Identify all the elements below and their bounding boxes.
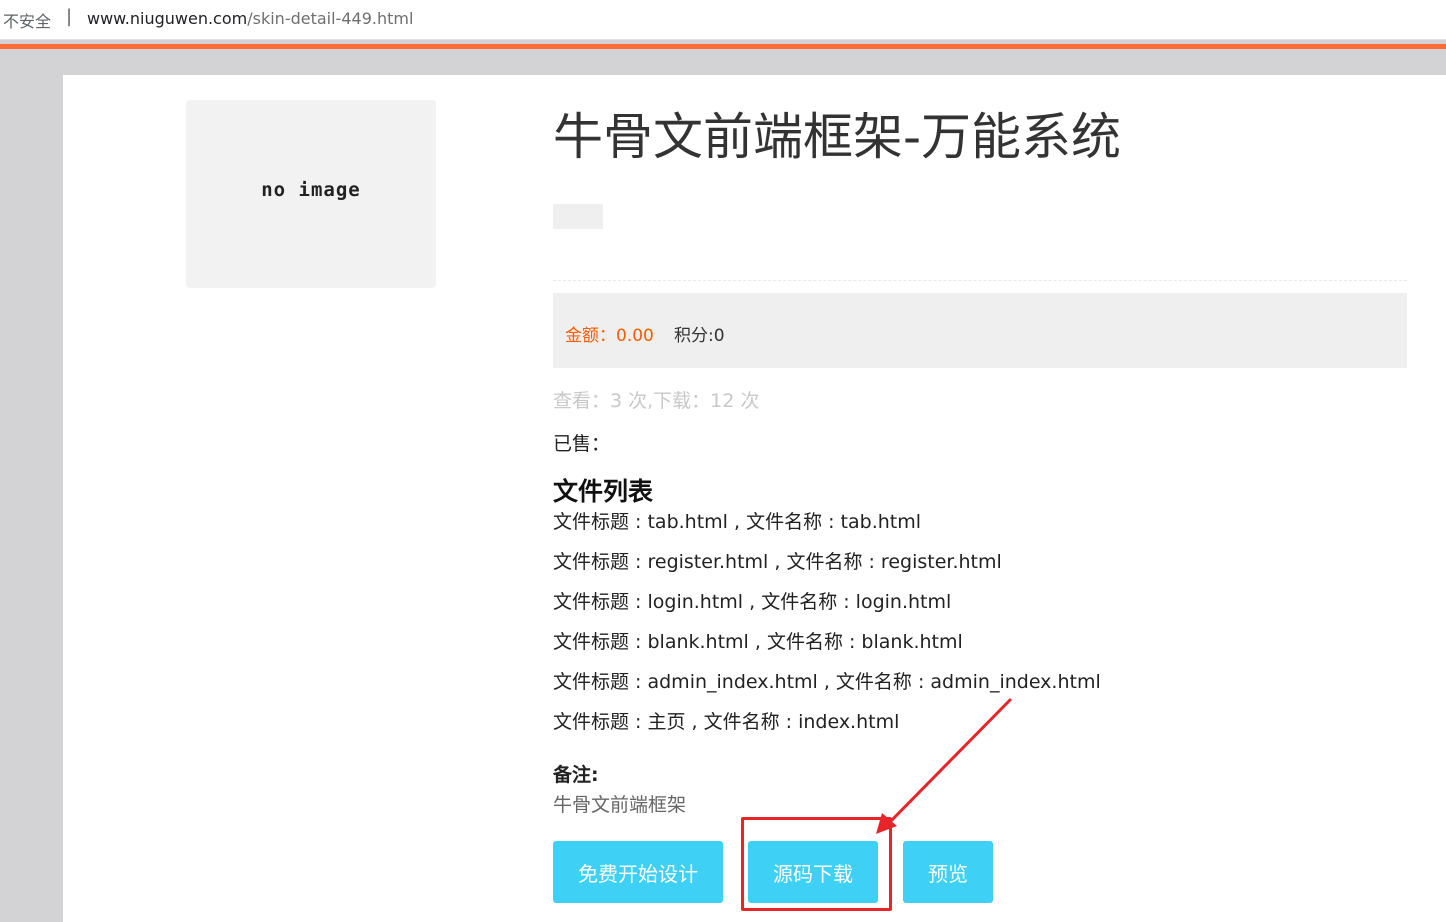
- start-design-button[interactable]: 免费开始设计: [553, 841, 723, 903]
- url-path: /skin-detail-449.html: [247, 9, 414, 28]
- security-indicator[interactable]: 不安全: [3, 8, 51, 32]
- divider: [553, 280, 1407, 281]
- points-value: 积分:0: [674, 326, 725, 346]
- tag-placeholder: [553, 204, 603, 229]
- view-download-stats: 查看：3 次,下载：12 次: [553, 390, 760, 412]
- sold-count: 已售：: [553, 433, 611, 455]
- file-list: 文件标题 : tab.html , 文件名称 : tab.html 文件标题 :…: [553, 508, 1101, 748]
- preview-button[interactable]: 预览: [903, 841, 993, 903]
- remark-label: 备注:: [553, 764, 599, 786]
- file-list-item: 文件标题 : tab.html , 文件名称 : tab.html: [553, 511, 922, 533]
- product-title: 牛骨文前端框架-万能系统: [553, 108, 1122, 166]
- file-list-item: 文件标题 : 主页 , 文件名称 : index.html: [553, 711, 900, 733]
- address-separator: |: [66, 6, 73, 27]
- file-list-item: 文件标题 : admin_index.html , 文件名称 : admin_i…: [553, 671, 1101, 693]
- site-accent-bar: [0, 44, 1446, 49]
- no-image-text: no image: [261, 179, 361, 201]
- url-host: www.niuguwen.com: [87, 9, 248, 28]
- product-image-placeholder: no image: [186, 100, 436, 288]
- source-download-button[interactable]: 源码下载: [748, 841, 878, 903]
- price-amount: 金额：0.00: [565, 326, 654, 346]
- url-text[interactable]: www.niuguwen.com/skin-detail-449.html: [87, 9, 413, 28]
- file-list-item: 文件标题 : register.html , 文件名称 : register.h…: [553, 551, 1002, 573]
- file-list-item: 文件标题 : blank.html , 文件名称 : blank.html: [553, 631, 963, 653]
- remark-text: 牛骨文前端框架: [553, 794, 687, 816]
- file-list-item: 文件标题 : login.html , 文件名称 : login.html: [553, 591, 952, 613]
- address-bar[interactable]: 不安全 | www.niuguwen.com/skin-detail-449.h…: [0, 0, 1446, 40]
- price-panel: 金额：0.00 积分:0: [553, 293, 1407, 368]
- file-list-heading: 文件列表: [553, 477, 654, 506]
